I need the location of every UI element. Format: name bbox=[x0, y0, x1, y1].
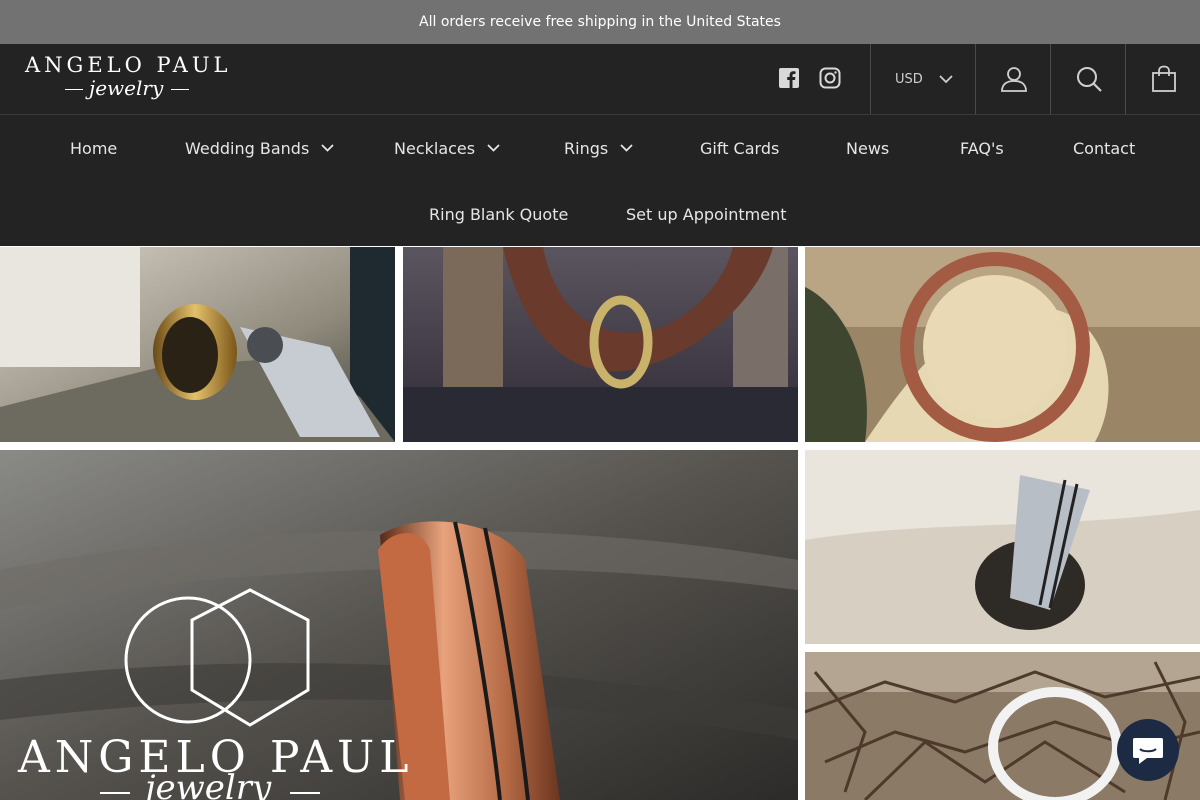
logo-script: jewelry bbox=[65, 76, 190, 102]
gallery-image-band-on-hook[interactable] bbox=[403, 247, 798, 442]
nav-item-label: Home bbox=[70, 138, 118, 158]
nav-item-news[interactable]: News bbox=[846, 136, 889, 160]
chat-button[interactable] bbox=[1117, 719, 1179, 781]
chevron-down-icon bbox=[620, 144, 633, 152]
currency-selector[interactable]: USD bbox=[871, 44, 975, 114]
overlay-script-text: jewelry bbox=[145, 768, 272, 800]
instagram-icon[interactable] bbox=[819, 67, 841, 89]
currency-value: USD bbox=[895, 71, 923, 87]
nav-item-label: Rings bbox=[564, 138, 609, 158]
overlay-script: jewelry bbox=[100, 768, 330, 800]
nav-item-rings[interactable]: Rings bbox=[564, 136, 633, 160]
nav-item-necklaces[interactable]: Necklaces bbox=[394, 136, 500, 160]
account-icon[interactable] bbox=[976, 44, 1051, 114]
chevron-down-icon bbox=[487, 144, 500, 152]
announcement-bar: All orders receive free shipping in the … bbox=[0, 0, 1200, 44]
facebook-icon[interactable] bbox=[778, 67, 800, 89]
nav-item-gift-cards[interactable]: Gift Cards bbox=[700, 136, 779, 160]
chat-icon bbox=[1133, 738, 1163, 764]
nav-item-label: Set up Appointment bbox=[626, 204, 787, 224]
nav-item-label: FAQ's bbox=[960, 138, 1004, 158]
logo-brand: ANGELO PAUL bbox=[25, 53, 232, 77]
nav-item-ring-blank-quote[interactable]: Ring Blank Quote bbox=[429, 202, 568, 226]
nav-item-label: Necklaces bbox=[394, 138, 476, 158]
nav-item-label: Wedding Bands bbox=[185, 138, 310, 158]
nav-item-home[interactable]: Home bbox=[70, 136, 117, 160]
nav-item-wedding-bands[interactable]: Wedding Bands bbox=[185, 136, 334, 160]
gallery-image-gold-band-vise[interactable] bbox=[0, 247, 395, 442]
site-header: ANGELO PAUL jewelry USD bbox=[0, 44, 1200, 114]
nav-item-label: Ring Blank Quote bbox=[429, 204, 569, 224]
nav-item-faqs[interactable]: FAQ's bbox=[960, 136, 1004, 160]
nav-item-label: Contact bbox=[1073, 138, 1136, 158]
nav-item-label: News bbox=[846, 138, 890, 158]
search-icon[interactable] bbox=[1051, 44, 1126, 114]
site-logo[interactable]: ANGELO PAUL jewelry bbox=[25, 53, 232, 106]
nav-item-set-up-appointment[interactable]: Set up Appointment bbox=[626, 202, 787, 226]
logo-script-text: jewelry bbox=[89, 76, 164, 100]
chevron-down-icon bbox=[939, 74, 953, 83]
gallery-image-silver-band-wood[interactable] bbox=[805, 450, 1200, 644]
cart-icon[interactable] bbox=[1126, 44, 1200, 114]
nav-item-label: Gift Cards bbox=[700, 138, 780, 158]
announcement-text: All orders receive free shipping in the … bbox=[419, 14, 781, 30]
main-navigation: Home Wedding Bands Necklaces Rings Gift … bbox=[0, 114, 1200, 246]
gallery-image-rose-gold-band-flower[interactable] bbox=[805, 247, 1200, 442]
nav-item-contact[interactable]: Contact bbox=[1073, 136, 1135, 160]
gallery-image-featured-rose-gold-band[interactable]: ANGELO PAUL jewelry bbox=[0, 450, 798, 800]
chevron-down-icon bbox=[321, 144, 334, 152]
